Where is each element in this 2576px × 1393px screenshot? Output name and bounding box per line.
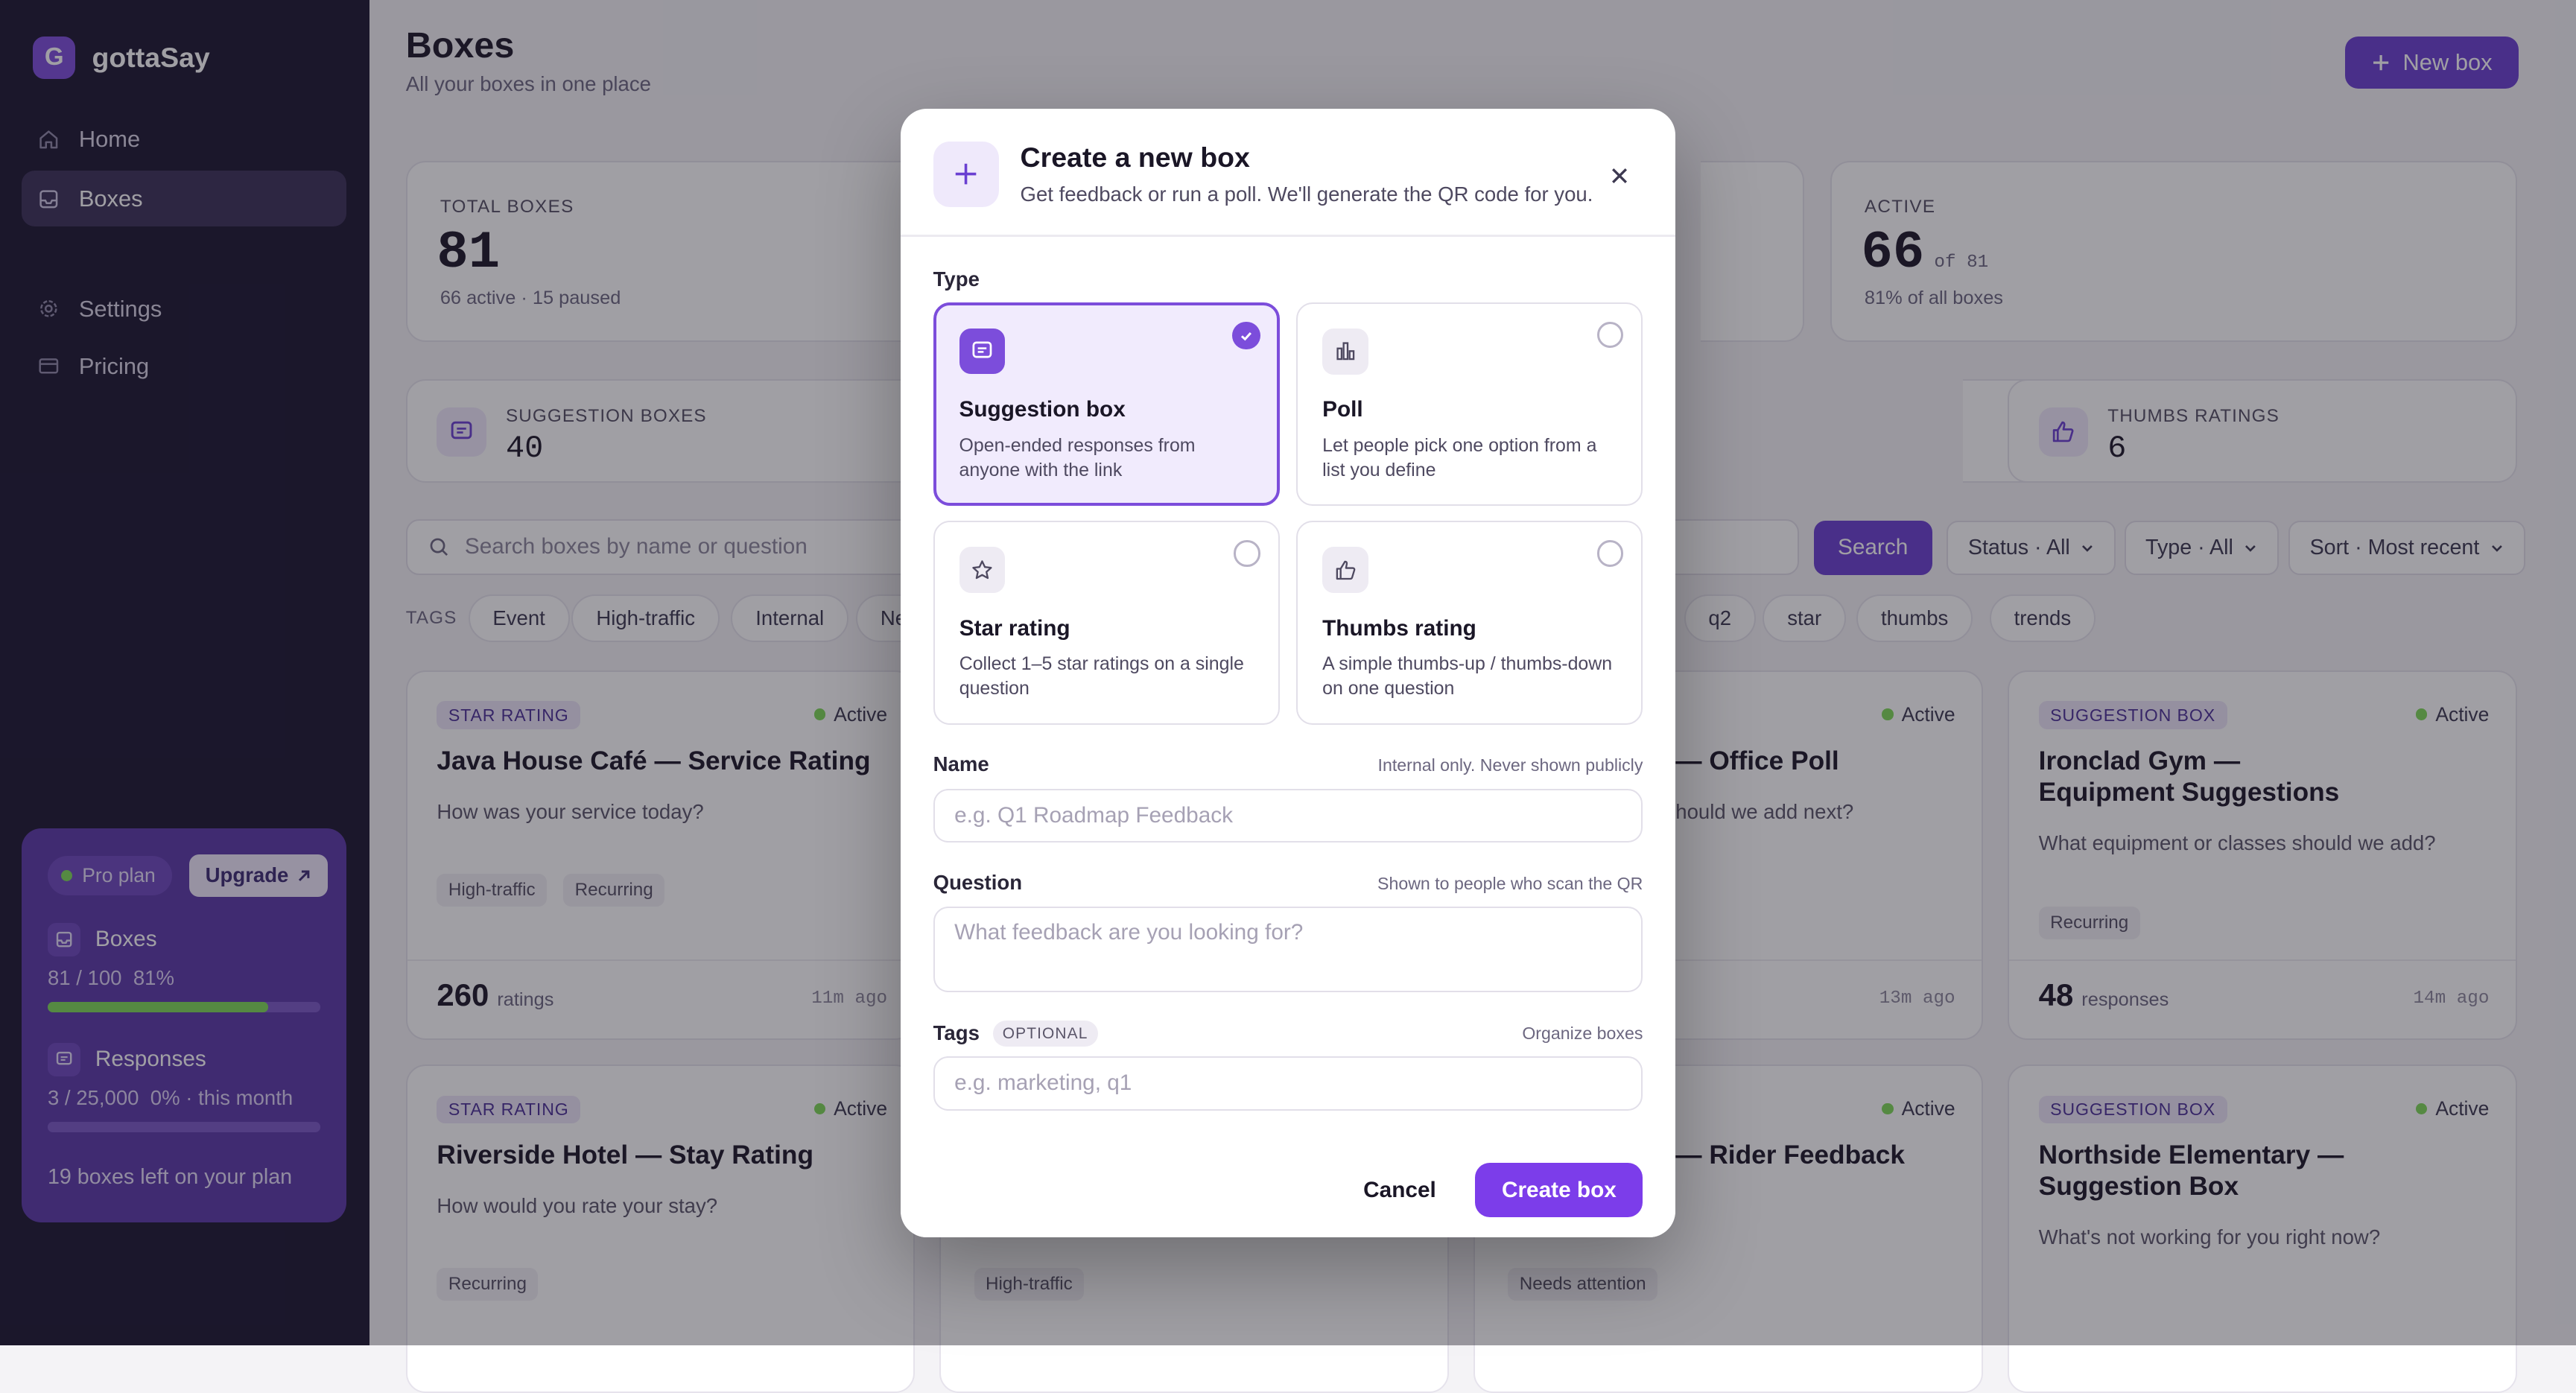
plus-icon [933, 141, 999, 207]
option-description: Collect 1–5 star ratings on a single que… [959, 653, 1244, 699]
close-icon [1602, 158, 1638, 194]
option-description: Open-ended responses from anyone with th… [959, 434, 1196, 480]
message-square-icon [959, 328, 1006, 375]
thumbs-up-icon [1322, 547, 1368, 593]
bar-chart-icon [1322, 328, 1368, 375]
option-title: Suggestion box [959, 397, 1126, 422]
radio-button[interactable] [1596, 322, 1624, 349]
cancel-button[interactable]: Cancel [1347, 1163, 1452, 1217]
create-box-modal: Create a new box Get feedback or run a p… [900, 108, 1676, 1237]
question-label: Question [933, 870, 1023, 894]
option-title: Poll [1322, 397, 1363, 422]
create-box-button[interactable]: Create box [1475, 1163, 1643, 1218]
option-title: Star rating [959, 615, 1070, 641]
optional-badge: OPTIONAL [992, 1020, 1098, 1047]
option-title: Thumbs rating [1322, 615, 1476, 641]
tags-field-label: Tags OPTIONAL [933, 1020, 1098, 1047]
name-label: Name [933, 752, 989, 776]
radio-button[interactable] [1596, 540, 1624, 567]
type-option-poll[interactable]: Poll Let people pick one option from a l… [1296, 302, 1643, 507]
tags-hint: Organize boxes [1522, 1023, 1643, 1043]
radio-button[interactable] [1234, 540, 1260, 567]
tags-field[interactable]: e.g. marketing, q1 [933, 1056, 1643, 1111]
check-circle-icon [1232, 321, 1260, 350]
tags-placeholder: e.g. marketing, q1 [954, 1070, 1132, 1096]
type-option-thumbs[interactable]: Thumbs rating A simple thumbs-up / thumb… [1296, 521, 1643, 725]
name-hint: Internal only. Never shown publicly [1377, 755, 1643, 775]
modal-subtitle: Get feedback or run a poll. We'll genera… [1020, 182, 1593, 206]
star-icon [959, 547, 1006, 593]
type-label: Type [933, 267, 980, 291]
type-option-suggestion[interactable]: Suggestion box Open-ended responses from… [933, 302, 1280, 507]
option-description: A simple thumbs-up / thumbs-down on one … [1322, 653, 1613, 699]
type-option-star[interactable]: Star rating Collect 1–5 star ratings on … [933, 521, 1280, 725]
name-placeholder: e.g. Q1 Roadmap Feedback [954, 802, 1234, 828]
modal-title: Create a new box [1020, 141, 1250, 173]
name-field[interactable]: e.g. Q1 Roadmap Feedback [933, 788, 1643, 843]
tags-field-label-text: Tags [933, 1021, 980, 1044]
close-button[interactable] [1602, 158, 1638, 194]
question-placeholder: What feedback are you looking for? [954, 919, 1304, 945]
question-textarea[interactable]: What feedback are you looking for? [933, 907, 1643, 993]
divider [900, 235, 1676, 237]
question-hint: Shown to people who scan the QR [1377, 874, 1643, 894]
option-description: Let people pick one option from a list y… [1322, 435, 1597, 481]
